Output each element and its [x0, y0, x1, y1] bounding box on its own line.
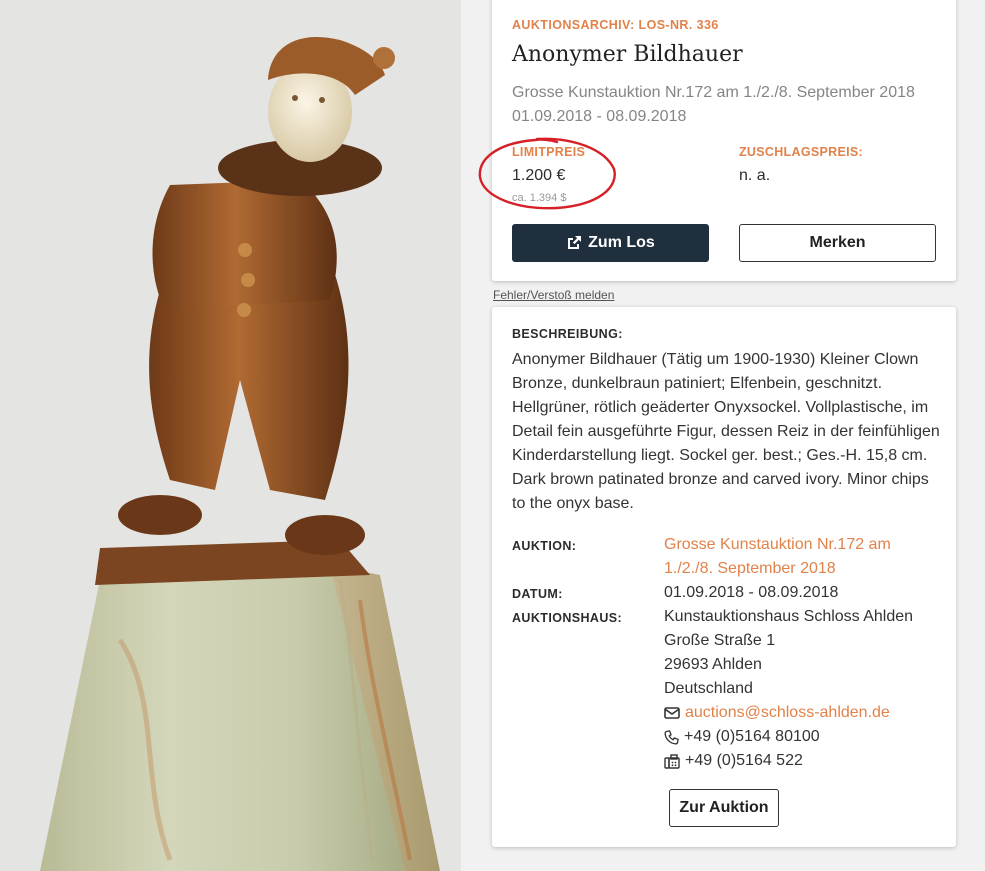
zur-auktion-label: Zur Auktion [679, 799, 769, 816]
limit-price-value: 1.200 € [512, 167, 566, 184]
zum-los-label: Zum Los [588, 234, 655, 251]
subtitle-date: 01.09.2018 - 08.09.2018 [512, 108, 687, 125]
external-link-icon [568, 236, 582, 249]
description-text: Anonymer Bildhauer (Tätig um 1900-1930) … [512, 351, 940, 512]
hammer-price-label: ZUSCHLAGSPREIS: [739, 145, 863, 159]
auction-link-line2: 1./2./8. September 2018 [664, 560, 836, 577]
description-card: BESCHREIBUNG: Anonymer Bildhauer (Tätig … [492, 307, 956, 847]
limit-price-label: LIMITPREIS [512, 145, 586, 159]
phone-icon [664, 729, 679, 745]
fax-icon [664, 753, 680, 769]
date-value: 01.09.2018 - 08.09.2018 [664, 584, 839, 601]
clown-figurine-photo [0, 0, 461, 871]
lot-summary-card: AUKTIONSARCHIV: LOS-NR. 336 Anonymer Bil… [478, 0, 956, 281]
merken-label: Merken [809, 234, 866, 251]
lot-subtitle: Grosse Kunstauktion Nr.172 am 1./2./8. S… [512, 81, 915, 129]
archive-label: AUKTIONSARCHIV: LOS-NR. 336 [512, 18, 719, 32]
description-label: BESCHREIBUNG: [512, 327, 623, 341]
house-street: Große Straße 1 [664, 632, 776, 649]
fax-number: +49 (0)5164 522 [685, 752, 803, 769]
house-city: 29693 Ahlden [664, 656, 762, 673]
phone-line: +49 (0)5164 80100 [664, 725, 913, 749]
lot-photo[interactable] [0, 0, 461, 871]
phone-number: +49 (0)5164 80100 [684, 728, 820, 745]
house-label: AUKTIONSHAUS: [512, 611, 623, 625]
zum-los-button[interactable]: Zum Los [512, 224, 709, 262]
zur-auktion-button[interactable]: Zur Auktion [669, 789, 779, 827]
subtitle-auction: Grosse Kunstauktion Nr.172 am 1./2./8. S… [512, 84, 915, 101]
auction-label: AUKTION: [512, 539, 577, 553]
fax-line: +49 (0)5164 522 [664, 749, 913, 773]
limit-price-usd: ca. 1.394 $ [512, 192, 567, 204]
envelope-icon [664, 707, 680, 719]
merken-button[interactable]: Merken [739, 224, 936, 262]
house-name: Kunstauktionshaus Schloss Ahlden [664, 608, 914, 625]
hammer-price-value: n. a. [739, 167, 771, 184]
lot-title: Anonymer Bildhauer [512, 42, 743, 67]
auction-link-line1: Grosse Kunstauktion Nr.172 am [664, 536, 891, 553]
email-line: auctions@schloss-ahlden.de [664, 701, 913, 725]
house-country: Deutschland [664, 680, 753, 697]
email-link[interactable]: auctions@schloss-ahlden.de [685, 701, 890, 725]
house-details: Kunstauktionshaus Schloss Ahlden Große S… [664, 605, 913, 773]
report-error-link[interactable]: Fehler/Verstoß melden [493, 288, 614, 302]
date-label: DATUM: [512, 587, 563, 601]
auction-link[interactable]: Grosse Kunstauktion Nr.172 am 1./2./8. S… [664, 533, 891, 581]
